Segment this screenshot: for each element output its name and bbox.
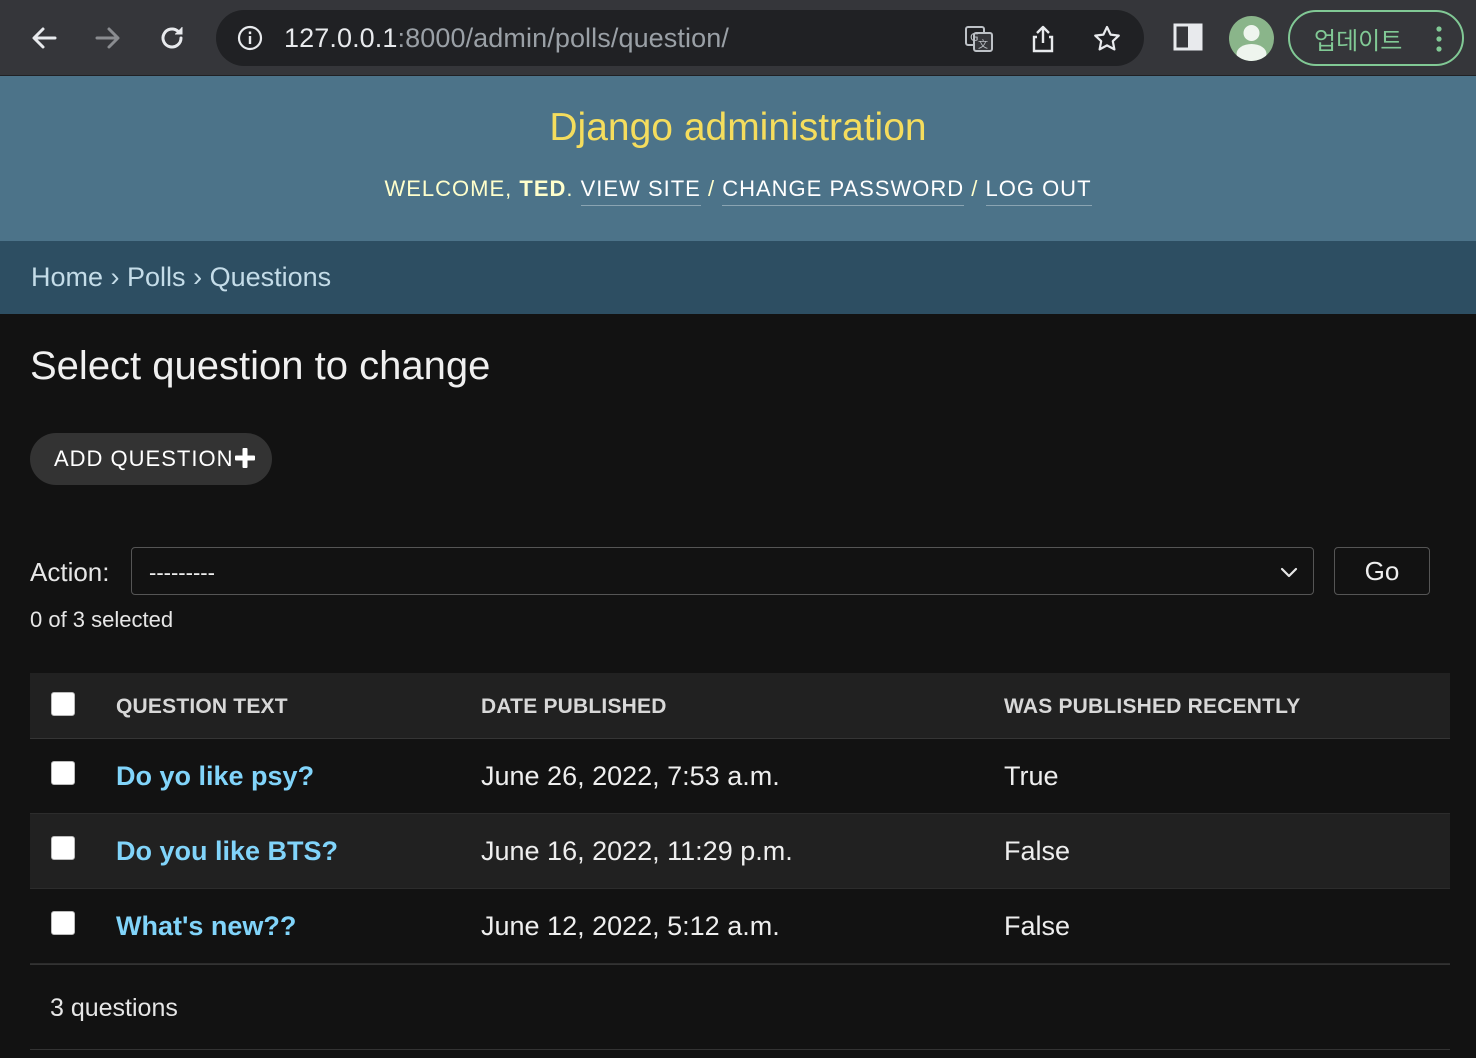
url-host: 127.0.0.1: [284, 23, 398, 53]
share-icon[interactable]: [1028, 24, 1058, 54]
reload-icon: [161, 27, 183, 49]
question-link[interactable]: What's new??: [116, 911, 296, 942]
add-question-button[interactable]: ADD QUESTION: [30, 433, 272, 485]
person-icon: [1236, 25, 1267, 61]
breadcrumb-current: Questions: [209, 262, 332, 292]
question-link[interactable]: Do yo like psy?: [116, 761, 314, 792]
more-vertical-icon: [1436, 26, 1442, 52]
row-checkbox[interactable]: [51, 836, 75, 860]
column-header-was-published-recently[interactable]: WAS PUBLISHED RECENTLY: [1004, 695, 1301, 719]
reload-button[interactable]: [150, 16, 194, 60]
date-published-cell: June 16, 2022, 11:29 p.m.: [481, 836, 793, 866]
plus-icon: [235, 448, 255, 468]
log-out-link[interactable]: Log out: [985, 176, 1092, 206]
action-select[interactable]: ---------: [131, 547, 1314, 595]
breadcrumb-polls[interactable]: Polls: [127, 262, 186, 292]
action-label: Action:: [30, 557, 110, 587]
address-bar[interactable]: 127.0.0.1:8000/admin/polls/question/ G文: [216, 10, 1144, 66]
recent-cell: False: [1004, 911, 1071, 941]
select-all-checkbox[interactable]: [51, 692, 75, 716]
row-checkbox[interactable]: [51, 911, 75, 935]
action-select-value: ---------: [149, 560, 215, 585]
table-row: Do yo like psy? June 26, 2022, 7:53 a.m.…: [30, 739, 1450, 814]
selected-count: 0 of 3 selected: [30, 607, 174, 632]
svg-text:文: 文: [978, 38, 988, 51]
chevron-down-icon: [1280, 567, 1298, 578]
main-content: Select question to change ADD QUESTION A…: [0, 314, 1476, 1058]
results-table: QUESTION TEXT DATE PUBLISHED WAS PUBLISH…: [30, 673, 1450, 964]
translate-icon[interactable]: G文: [964, 24, 994, 54]
column-header-date-published[interactable]: DATE PUBLISHED: [481, 695, 667, 719]
browser-toolbar: 127.0.0.1:8000/admin/polls/question/ G文 …: [0, 0, 1476, 76]
table-header: QUESTION TEXT DATE PUBLISHED WAS PUBLISH…: [30, 673, 1450, 739]
info-icon[interactable]: [236, 24, 264, 52]
page-title: Select question to change: [30, 344, 491, 388]
recent-cell: True: [1004, 761, 1059, 791]
user-tools: Welcome, Ted. View site / Change passwor…: [0, 176, 1476, 206]
arrow-left-icon: [32, 27, 57, 49]
table-row: What's new?? June 12, 2022, 5:12 a.m. Fa…: [30, 889, 1450, 964]
go-button[interactable]: Go: [1334, 547, 1430, 595]
row-checkbox[interactable]: [51, 761, 75, 785]
url-path: :8000/admin/polls/question/: [397, 23, 729, 53]
change-password-link[interactable]: Change password: [722, 176, 965, 206]
forward-button[interactable]: [86, 16, 130, 60]
recent-cell: False: [1004, 836, 1071, 866]
question-link[interactable]: Do you like BTS?: [116, 836, 338, 867]
separator: /: [964, 176, 986, 201]
bookmark-star-icon[interactable]: [1092, 24, 1122, 54]
paginator: 3 questions: [30, 964, 1450, 1050]
breadcrumb-separator: ›: [103, 262, 128, 292]
breadcrumb: Home › Polls › Questions: [0, 241, 1476, 314]
site-name[interactable]: Django administration: [0, 106, 1476, 150]
view-site-link[interactable]: View site: [580, 176, 701, 206]
table-row: Do you like BTS? June 16, 2022, 11:29 p.…: [30, 814, 1450, 889]
update-button[interactable]: 업데이트: [1288, 10, 1464, 66]
back-button[interactable]: [22, 16, 66, 60]
site-header: Django administration Welcome, Ted. View…: [0, 76, 1476, 241]
add-question-label: ADD QUESTION: [54, 446, 234, 471]
welcome-text: Welcome,: [384, 176, 520, 201]
url-text[interactable]: 127.0.0.1:8000/admin/polls/question/: [284, 23, 729, 54]
side-panel-icon[interactable]: [1171, 20, 1205, 54]
date-published-cell: June 26, 2022, 7:53 a.m.: [481, 761, 780, 791]
breadcrumb-home[interactable]: Home: [31, 262, 103, 292]
username: Ted: [519, 176, 567, 201]
result-count: 3 questions: [50, 994, 178, 1022]
profile-avatar[interactable]: [1229, 16, 1274, 61]
breadcrumb-separator: ›: [185, 262, 210, 292]
column-header-question-text[interactable]: QUESTION TEXT: [116, 695, 288, 719]
update-label: 업데이트: [1314, 27, 1403, 55]
date-published-cell: June 12, 2022, 5:12 a.m.: [481, 911, 780, 941]
separator: /: [700, 176, 723, 201]
arrow-right-icon: [95, 27, 120, 49]
